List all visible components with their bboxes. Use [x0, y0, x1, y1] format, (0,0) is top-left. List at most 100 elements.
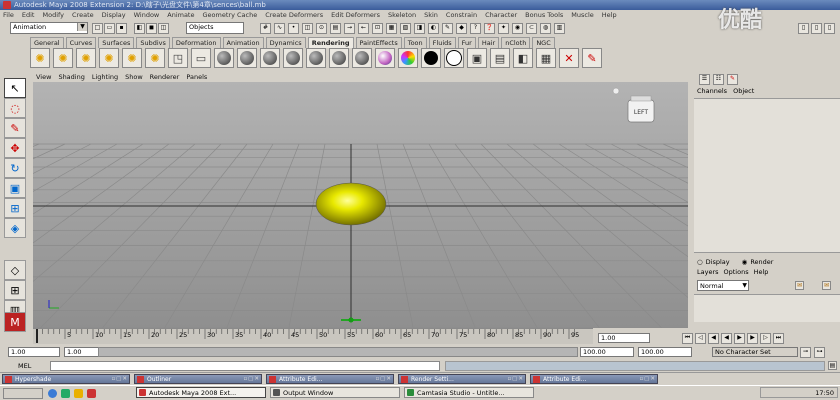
home-icon[interactable]: [612, 87, 620, 95]
minimized-window[interactable]: Hypershade ▫▢✕: [2, 374, 130, 384]
window-controls-icon[interactable]: ▫▢✕: [639, 376, 656, 383]
paint-select-tool-icon[interactable]: ✎: [4, 118, 26, 138]
channels-menu[interactable]: Channels: [697, 87, 727, 96]
start-button[interactable]: [3, 388, 43, 399]
ie-icon[interactable]: [48, 389, 57, 398]
character-set-select[interactable]: No Character Set: [712, 347, 798, 357]
panel-menu-lighting[interactable]: Lighting: [92, 73, 118, 82]
range-slider-bar[interactable]: [98, 347, 578, 357]
select-component-icon[interactable]: ◫: [158, 23, 169, 34]
options-menu[interactable]: Options: [724, 268, 749, 277]
render-settings-icon[interactable]: ▤: [490, 48, 510, 68]
select-tool-icon[interactable]: ↖: [4, 78, 26, 98]
step-back-icon[interactable]: ◁: [695, 332, 706, 344]
menu-modify[interactable]: Modify: [42, 10, 64, 20]
shelf-tab-general[interactable]: General: [30, 36, 64, 48]
yellow-sphere[interactable]: [315, 182, 387, 226]
select-hierarchy-icon[interactable]: ◧: [134, 23, 145, 34]
panel-menu-renderer[interactable]: Renderer: [150, 73, 180, 82]
question-icon[interactable]: ❓: [484, 23, 495, 34]
help-menu[interactable]: Help: [754, 268, 769, 277]
new-layer-selected-icon[interactable]: ✉: [822, 281, 831, 290]
menu-animate[interactable]: Animate: [167, 10, 194, 20]
shelf-tab-fluids[interactable]: Fluids: [428, 36, 456, 48]
media-icon[interactable]: [87, 389, 96, 398]
next-key-icon[interactable]: ▶: [747, 332, 758, 344]
shelf-tab-hair[interactable]: Hair: [477, 36, 500, 48]
panel-menu-show[interactable]: Show: [125, 73, 143, 82]
render-radio[interactable]: ◉: [742, 257, 748, 267]
menu-edit[interactable]: Edit: [22, 10, 35, 20]
menu-set-select[interactable]: Animation ▼: [10, 22, 88, 34]
light-icon[interactable]: ✺: [145, 48, 165, 68]
shelf-tab-ngc[interactable]: NGC: [532, 36, 555, 48]
input-ops-icon[interactable]: →: [344, 23, 355, 34]
snap-grid-icon[interactable]: #: [260, 23, 271, 34]
outline-sphere-icon[interactable]: [444, 48, 464, 68]
menu-skin[interactable]: Skin: [424, 10, 438, 20]
shelf-tab-fur[interactable]: Fur: [457, 36, 476, 48]
window-controls-icon[interactable]: ▫▢✕: [375, 376, 392, 383]
joint-icon[interactable]: ✦: [498, 23, 509, 34]
paint-icon[interactable]: ◆: [456, 23, 467, 34]
viewport-left[interactable]: LEFT: [33, 82, 688, 328]
shelf-tab-dynamics[interactable]: Dynamics: [265, 36, 306, 48]
window-controls-icon[interactable]: ▫▢✕: [243, 376, 260, 383]
minimized-window[interactable]: Render Setti... ▫▢✕: [398, 374, 526, 384]
script-editor-icon[interactable]: ▤: [828, 361, 837, 370]
key-icon[interactable]: ◉: [512, 23, 523, 34]
channel-box-toggle-icon[interactable]: ☰: [699, 74, 710, 85]
menu-constrain[interactable]: Constrain: [446, 10, 477, 20]
window-icon[interactable]: ▭: [191, 48, 211, 68]
material-sphere-icon[interactable]: [214, 48, 234, 68]
save-scene-icon[interactable]: ▪: [116, 23, 127, 34]
menu-bonus-tools[interactable]: Bonus Tools: [525, 10, 563, 20]
shelf-tab-subdivs[interactable]: Subdivs: [136, 36, 170, 48]
go-to-start-icon[interactable]: ⏮: [682, 332, 693, 344]
menu-skeleton[interactable]: Skeleton: [388, 10, 416, 20]
go-to-end-icon[interactable]: ⏭: [773, 332, 784, 344]
select-object-icon[interactable]: ◼: [146, 23, 157, 34]
render-icon[interactable]: ✕: [559, 48, 579, 68]
channel-box-area[interactable]: [694, 98, 840, 253]
output-ops-icon[interactable]: ←: [358, 23, 369, 34]
shelf-tab-animation[interactable]: Animation: [222, 36, 264, 48]
single-perspective-layout-icon[interactable]: ◇: [4, 260, 26, 280]
sculpt-icon[interactable]: ✎: [442, 23, 453, 34]
attribute-editor-toggle-icon[interactable]: ☷: [713, 74, 724, 85]
universal-manipulator-icon[interactable]: ⊞: [4, 198, 26, 218]
menu-muscle[interactable]: Muscle: [571, 10, 594, 20]
shelf-tab-rendering[interactable]: Rendering: [307, 36, 354, 48]
object-menu[interactable]: Object: [733, 87, 754, 96]
shelf-tab-painteffects[interactable]: PaintEffects: [355, 36, 402, 48]
material-sphere-icon[interactable]: [352, 48, 372, 68]
menu-edit-deformers[interactable]: Edit Deformers: [331, 10, 380, 20]
ipr-render-icon[interactable]: ▧: [400, 23, 411, 34]
soft-modification-icon[interactable]: ◈: [4, 218, 26, 238]
show-hide-icon[interactable]: ◐: [428, 23, 439, 34]
new-layer-icon[interactable]: ✉: [795, 281, 804, 290]
construction-history-icon[interactable]: ⊡: [372, 23, 383, 34]
light-icon[interactable]: ✺: [76, 48, 96, 68]
scale-tool-icon[interactable]: ▣: [4, 178, 26, 198]
lasso-tool-icon[interactable]: ◌: [4, 98, 26, 118]
material-sphere-icon[interactable]: [306, 48, 326, 68]
window-controls-icon[interactable]: ▫▢✕: [111, 376, 128, 383]
material-sphere-icon[interactable]: [260, 48, 280, 68]
shelf-tab-deformation[interactable]: Deformation: [171, 36, 221, 48]
play-backward-icon[interactable]: ◀: [721, 332, 732, 344]
rainbow-sphere-icon[interactable]: [398, 48, 418, 68]
layer-list[interactable]: [694, 294, 840, 322]
menu-create[interactable]: Create: [72, 10, 94, 20]
help-icon[interactable]: ?: [470, 23, 481, 34]
time-slider[interactable]: 51015202530354045505560657075808590951: [33, 328, 593, 344]
menu-geometry-cache[interactable]: Geometry Cache: [203, 10, 258, 20]
render-globals-icon[interactable]: ◨: [414, 23, 425, 34]
light-icon[interactable]: ✺: [53, 48, 73, 68]
menu-create-deformers[interactable]: Create Deformers: [265, 10, 323, 20]
menu-display[interactable]: Display: [102, 10, 126, 20]
camera-icon[interactable]: ◳: [168, 48, 188, 68]
sidebar-toggle-icon[interactable]: ▯: [824, 23, 835, 34]
move-tool-icon[interactable]: ✥: [4, 138, 26, 158]
tool-settings-toggle-icon[interactable]: ✎: [727, 74, 738, 85]
